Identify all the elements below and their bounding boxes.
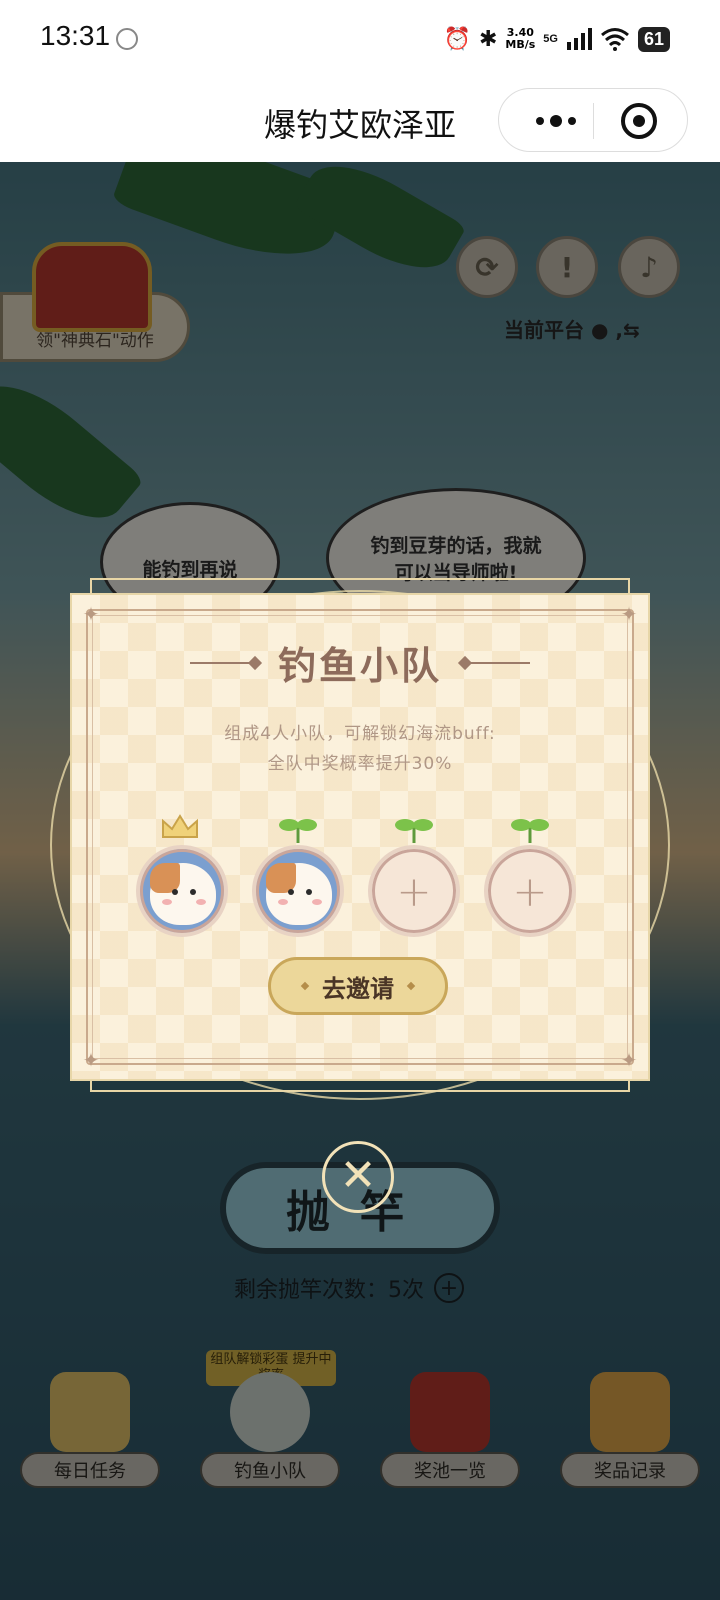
status-bar: 13:31 ⏰ ✱ 3.40 MB/s 5G 61 bbox=[0, 0, 720, 78]
more-dot-icon bbox=[536, 117, 544, 125]
cat-eye bbox=[306, 889, 312, 895]
network-speed: 3.40 MB/s bbox=[505, 27, 535, 51]
bluetooth-icon: ✱ bbox=[478, 26, 498, 51]
member-slot-empty[interactable]: + bbox=[368, 845, 460, 937]
fishing-team-modal: ✦ ✦ ✦ ✦ 钓鱼小队 组成4人小队，可解锁幻海流buff: 全队中奖概率提升… bbox=[70, 593, 650, 1081]
status-time: 13:31 bbox=[40, 20, 111, 51]
add-member-icon: + bbox=[396, 866, 432, 916]
corner-ornament-icon: ✦ bbox=[620, 602, 638, 626]
signal-icon bbox=[566, 28, 592, 50]
cat-eye bbox=[172, 889, 178, 895]
capsule-divider bbox=[593, 103, 594, 139]
sprout-icon bbox=[279, 819, 317, 843]
speed-unit: MB/s bbox=[505, 38, 536, 51]
close-miniprogram-button[interactable] bbox=[621, 103, 657, 139]
title-decoration-icon bbox=[460, 661, 530, 664]
invite-deco-icon bbox=[300, 981, 310, 991]
wifi-icon bbox=[601, 28, 629, 51]
status-icons: ⏰ ✱ 3.40 MB/s 5G 61 bbox=[444, 22, 670, 56]
more-dot-icon bbox=[550, 115, 562, 127]
invite-label: 去邀请 bbox=[322, 974, 394, 1003]
title-bar: 爆钓艾欧泽亚 bbox=[0, 78, 720, 162]
alarm-icon: ⏰ bbox=[443, 26, 471, 51]
cat-cheek bbox=[278, 899, 288, 905]
desc-line-1: 组成4人小队，可解锁幻海流buff: bbox=[224, 724, 496, 744]
more-button[interactable] bbox=[519, 89, 593, 153]
cat-avatar bbox=[150, 863, 216, 925]
member-slot-2[interactable] bbox=[252, 845, 344, 937]
cat-cheek bbox=[162, 899, 172, 905]
modal-title-row: 钓鱼小队 bbox=[72, 635, 648, 690]
corner-ornament-icon: ✦ bbox=[620, 1048, 638, 1072]
corner-ornament-icon: ✦ bbox=[82, 602, 100, 626]
cat-cheek bbox=[196, 899, 206, 905]
add-member-icon: + bbox=[512, 866, 548, 916]
miniprogram-capsule bbox=[498, 88, 688, 152]
cat-eye bbox=[190, 889, 196, 895]
title-decoration-icon bbox=[189, 661, 260, 664]
more-dot-icon bbox=[568, 117, 576, 125]
close-modal-button[interactable]: ✕ bbox=[322, 1141, 394, 1213]
cat-eye bbox=[288, 889, 294, 895]
network-type: 5G bbox=[543, 33, 558, 45]
cat-avatar bbox=[266, 863, 332, 925]
modal-description: 组成4人小队，可解锁幻海流buff: 全队中奖概率提升30% bbox=[72, 719, 648, 779]
corner-ornament-icon: ✦ bbox=[82, 1048, 100, 1072]
desc-line-2: 全队中奖概率提升30% bbox=[267, 754, 453, 774]
invite-deco-icon bbox=[406, 981, 416, 991]
invite-button[interactable]: 去邀请 bbox=[268, 957, 448, 1015]
member-slot-empty[interactable]: + bbox=[484, 845, 576, 937]
team-members: + + bbox=[136, 814, 596, 947]
battery-indicator: 61 bbox=[637, 26, 670, 52]
cat-cheek bbox=[312, 899, 322, 905]
member-slot-leader[interactable] bbox=[136, 845, 228, 937]
modal-title: 钓鱼小队 bbox=[277, 644, 442, 688]
notification-icon bbox=[116, 28, 138, 50]
crown-icon bbox=[162, 814, 198, 838]
sprout-icon bbox=[395, 819, 433, 843]
sprout-icon bbox=[511, 819, 549, 843]
